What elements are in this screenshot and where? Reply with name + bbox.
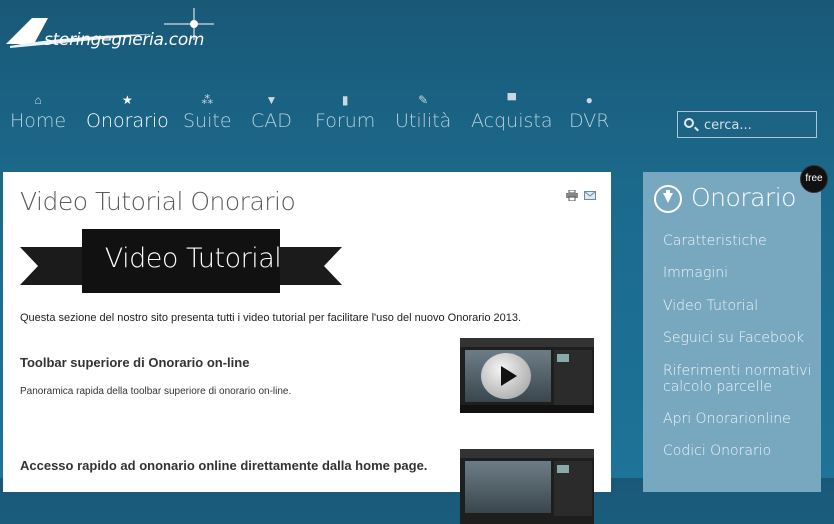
sidebar-item-riferimenti[interactable]: Riferimenti normativi calcolo parcelle: [663, 363, 813, 395]
bubbles-icon: ⁂: [201, 93, 214, 107]
disc-icon: ●: [585, 93, 593, 107]
nav-label-suite: Suite: [183, 110, 232, 132]
sidebar-title: Onorario: [691, 183, 796, 212]
play-icon: [481, 353, 531, 399]
nav-forum[interactable]: ▮ Forum: [315, 92, 375, 132]
sidebar-item-codici[interactable]: Codici Onorario: [663, 443, 813, 459]
nav-suite[interactable]: ⁂ Suite: [183, 92, 232, 132]
sidebar-item-apri-onorarionline[interactable]: Apri Onorarionline: [663, 411, 813, 427]
nav-onorario[interactable]: ★ Onorario: [86, 92, 169, 132]
intro-text: Questa sezione del nostro sito presenta …: [20, 312, 522, 324]
arrow-down-circle-icon: [654, 185, 682, 213]
search-icon[interactable]: [684, 118, 694, 128]
sidebar-item-facebook[interactable]: Seguici su Facebook: [663, 330, 813, 346]
nav-label-utilita: Utilità: [395, 110, 452, 132]
video-title-2[interactable]: Accesso rapido ad ononario online dirett…: [20, 458, 427, 473]
search-input[interactable]: [702, 115, 816, 136]
caret-down-icon: ▼: [265, 93, 278, 107]
logo-text: steringegneria.com: [44, 30, 205, 50]
page-title: Video Tutorial Onorario: [20, 187, 296, 216]
video-desc-1: Panoramica rapida della toolbar superior…: [20, 386, 292, 397]
nav-label-forum: Forum: [315, 110, 376, 132]
nav-dvr[interactable]: ● DVR: [569, 92, 610, 132]
wrench-icon: ✎: [418, 93, 429, 107]
banner-text: Video Tutorial: [104, 243, 282, 274]
star-icon: ★: [122, 93, 133, 107]
cart-icon: ▀: [507, 93, 516, 107]
nav-cad[interactable]: ▼ CAD: [251, 92, 292, 132]
nav-label-acquista: Acquista: [471, 110, 553, 132]
nav-utilita[interactable]: ✎ Utilità: [395, 92, 451, 132]
sidebar-item-caratteristiche[interactable]: Caratteristiche: [663, 233, 813, 249]
email-icon[interactable]: [584, 191, 596, 200]
nav-home[interactable]: ⌂ Home: [10, 92, 66, 132]
sidebar: Onorario Caratteristiche Immagini Video …: [643, 172, 821, 492]
free-badge: free: [800, 165, 828, 193]
video-tutorial-banner: Video Tutorial: [20, 229, 342, 295]
search-box: [677, 111, 817, 138]
video-thumbnail-2[interactable]: [460, 449, 594, 524]
video-thumbnail-1[interactable]: [460, 338, 594, 413]
sidebar-item-video-tutorial[interactable]: Video Tutorial: [663, 298, 813, 314]
site-logo[interactable]: steringegneria.com: [4, 8, 214, 56]
nav-acquista[interactable]: ▀ Acquista: [471, 92, 552, 132]
nav-label-home: Home: [10, 110, 67, 132]
nav-label-onorario: Onorario: [86, 110, 169, 132]
book-icon: ▮: [341, 93, 349, 107]
print-icon[interactable]: [566, 190, 578, 201]
video-title-1[interactable]: Toolbar superiore di Onorario on-line: [20, 355, 249, 370]
nav-label-dvr: DVR: [569, 110, 610, 132]
home-icon: ⌂: [34, 93, 42, 107]
nav-label-cad: CAD: [251, 110, 292, 132]
sidebar-item-immagini[interactable]: Immagini: [663, 265, 813, 281]
content-panel: Video Tutorial Onorario Video Tutorial Q…: [3, 172, 611, 524]
